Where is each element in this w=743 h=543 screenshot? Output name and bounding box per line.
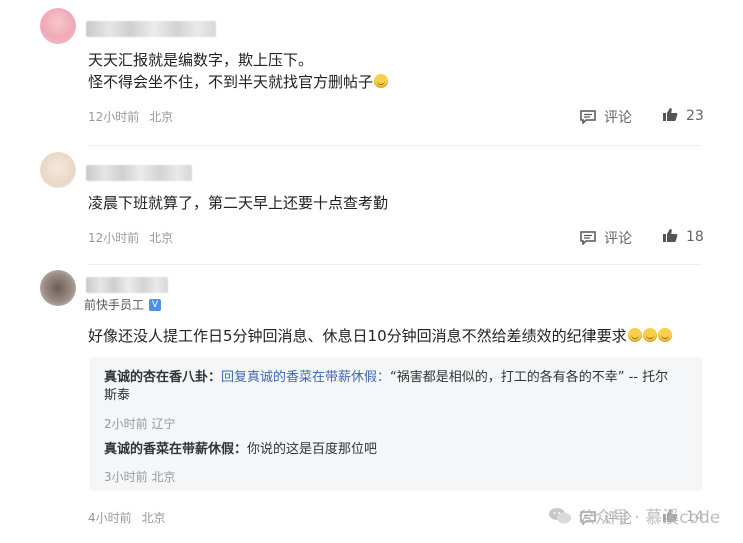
comment-time: 12小时前 [88,231,140,245]
comment-icon [580,231,596,245]
avatar[interactable] [40,270,76,306]
username-blurred[interactable] [86,21,216,37]
thumbs-up-icon [663,229,678,242]
avatar[interactable] [40,152,76,188]
like-count: 18 [686,229,704,245]
reply-location: 辽宁 [151,417,176,431]
divider [88,264,702,265]
reply-thread: 真诚的杏在香八卦：回复真诚的香菜在带薪休假：“祸害都是相似的，打工的各有各的不幸… [90,357,702,491]
like-button[interactable] [662,107,686,122]
comment-text-line-1: 天天汇报就是编数字，欺上压下。 [88,51,314,69]
comment-text-line-1: 好像还没人提工作日5分钟回消息、休息日10分钟回消息不然给差绩效的纪律要求 [88,325,672,347]
reply-button[interactable]: 评论 [580,228,632,248]
comment-time: 12小时前 [88,110,140,124]
comment-meta: 12小时前 北京 [88,108,173,125]
user-badge: 前快手员工 V [84,296,162,313]
verified-icon: V [149,298,162,311]
reply-text: 你说的这是百度那位吧 [247,442,378,457]
comment-text-line-2: 怪不得会坐不住，不到半天就找官方删帖子 [88,71,389,93]
wechat-icon [549,507,571,523]
username-blurred[interactable] [86,165,192,181]
comment-text-line-1: 凌晨下班就算了，第二天早上还要十点查考勤 [88,194,389,212]
reply-author[interactable]: 真诚的杏在香八卦： [104,370,221,385]
comment-location: 北京 [141,511,166,525]
reply-location: 北京 [151,470,176,484]
reply-author[interactable]: 真诚的香菜在带薪休假： [104,442,247,457]
comment-time: 4小时前 [88,511,132,525]
reply-1-line-2: 斯泰 [104,388,131,403]
reply-2-line-1: 真诚的香菜在带薪休假：你说的这是百度那位吧 [104,441,377,459]
laugh-emoji-icon [642,328,657,342]
reply-to-link[interactable]: 回复真诚的香菜在带薪休假： [221,370,390,385]
laugh-emoji-icon [374,74,389,88]
like-count: 23 [686,108,704,124]
divider [88,145,702,146]
reply-text: “祸害都是相似的，打工的各有各的不幸” -- 托尔 [390,370,669,385]
reply-time: 3小时前 [104,470,148,484]
comment-meta: 4小时前 北京 [88,509,165,526]
reply-meta: 3小时前 北京 [104,468,175,485]
comment-icon [580,110,596,124]
reply-time: 2小时前 [104,417,148,431]
reply-label: 评论 [604,231,632,247]
reply-label: 评论 [604,110,632,126]
reply-button[interactable]: 评论 [580,107,632,127]
comment-location: 北京 [149,231,174,245]
username-blurred[interactable] [86,277,168,293]
thumbs-up-icon [663,108,678,121]
laugh-emoji-icon [657,328,672,342]
reply-meta: 2小时前 辽宁 [104,415,175,432]
reply-1-line-1: 真诚的杏在香八卦：回复真诚的香菜在带薪休假：“祸害都是相似的，打工的各有各的不幸… [104,369,668,387]
like-button[interactable] [662,228,686,243]
badge-label: 前快手员工 [84,298,145,312]
comment-location: 北京 [149,110,174,124]
comment-meta: 12小时前 北京 [88,229,173,246]
watermark: 公众号 · 慕溪code [548,503,720,528]
watermark-text: 公众号 · 慕溪code [578,508,721,528]
laugh-emoji-icon [627,328,642,342]
avatar[interactable] [40,8,76,44]
